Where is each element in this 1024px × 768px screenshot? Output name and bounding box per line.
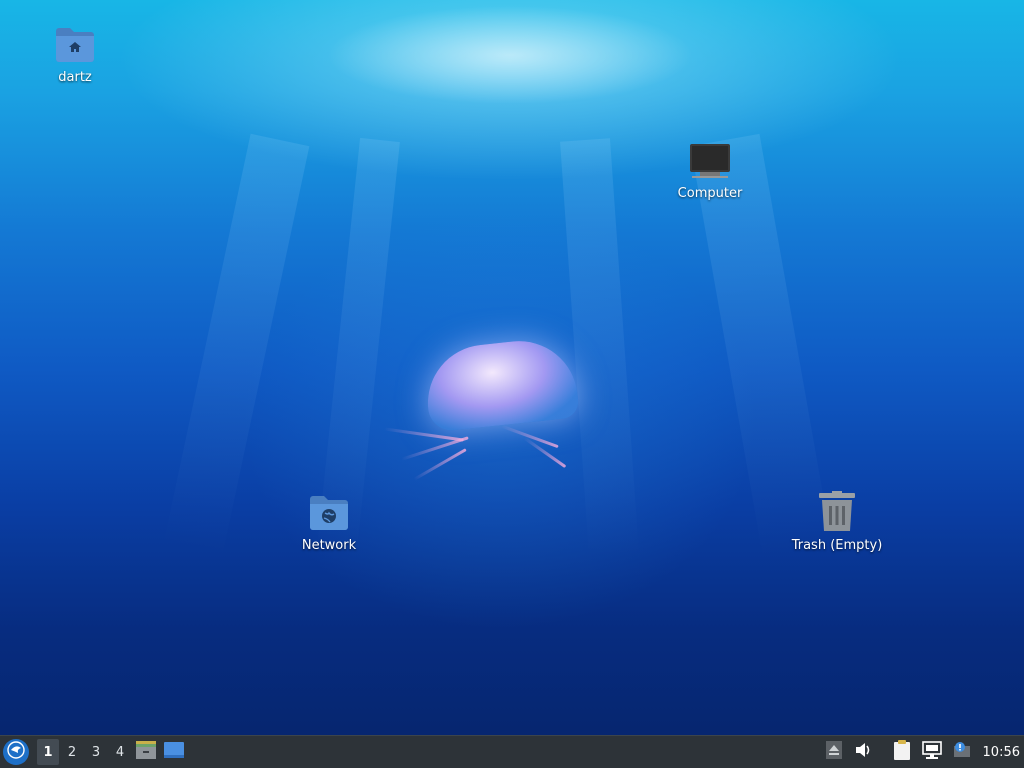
tray-network-button[interactable] bbox=[919, 739, 945, 765]
taskbar-clock[interactable]: 10:56 bbox=[983, 745, 1020, 760]
desktop-icon-home[interactable]: dartz bbox=[20, 22, 130, 85]
desktop-icon-label: Trash (Empty) bbox=[791, 538, 883, 553]
taskbar: 1 2 3 4 10:56 bbox=[0, 735, 1024, 768]
tray-clipboard-button[interactable] bbox=[889, 739, 915, 765]
workspace-button-1[interactable]: 1 bbox=[37, 739, 59, 765]
update-notifier-icon bbox=[952, 741, 972, 763]
network-icon bbox=[921, 741, 942, 763]
trash-icon bbox=[782, 490, 892, 534]
workspace-button-4[interactable]: 4 bbox=[109, 739, 131, 765]
file-manager-icon bbox=[135, 740, 157, 764]
home-folder-icon bbox=[20, 22, 130, 66]
desktop-icon-trash[interactable]: Trash (Empty) bbox=[782, 490, 892, 553]
desktop-icon-label: dartz bbox=[58, 70, 92, 85]
desktop-icon-network[interactable]: Network bbox=[274, 490, 384, 553]
show-desktop-launcher[interactable] bbox=[161, 739, 187, 765]
workspace-button-2[interactable]: 2 bbox=[61, 739, 83, 765]
computer-icon bbox=[655, 138, 765, 182]
workspace-button-3[interactable]: 3 bbox=[85, 739, 107, 765]
start-menu-button[interactable] bbox=[3, 739, 29, 765]
tray-eject-button[interactable] bbox=[821, 739, 847, 765]
file-manager-launcher[interactable] bbox=[133, 739, 159, 765]
tray-volume-button[interactable] bbox=[851, 739, 877, 765]
menu-icon bbox=[7, 741, 25, 763]
network-folder-icon bbox=[274, 490, 384, 534]
eject-icon bbox=[825, 741, 842, 763]
jellyfish-wallpaper-image bbox=[380, 335, 590, 505]
tray-update-button[interactable] bbox=[949, 739, 975, 765]
desktop-icon-label: Computer bbox=[677, 186, 743, 201]
jellyfish-tentacle bbox=[401, 436, 469, 461]
desktop-icon-label: Network bbox=[301, 538, 357, 553]
volume-icon bbox=[855, 742, 873, 762]
jellyfish-bell bbox=[422, 335, 580, 433]
desktop-icon-computer[interactable]: Computer bbox=[655, 138, 765, 201]
show-desktop-icon bbox=[163, 741, 185, 763]
clipboard-icon bbox=[893, 739, 911, 765]
jellyfish-tentacle bbox=[501, 424, 559, 449]
